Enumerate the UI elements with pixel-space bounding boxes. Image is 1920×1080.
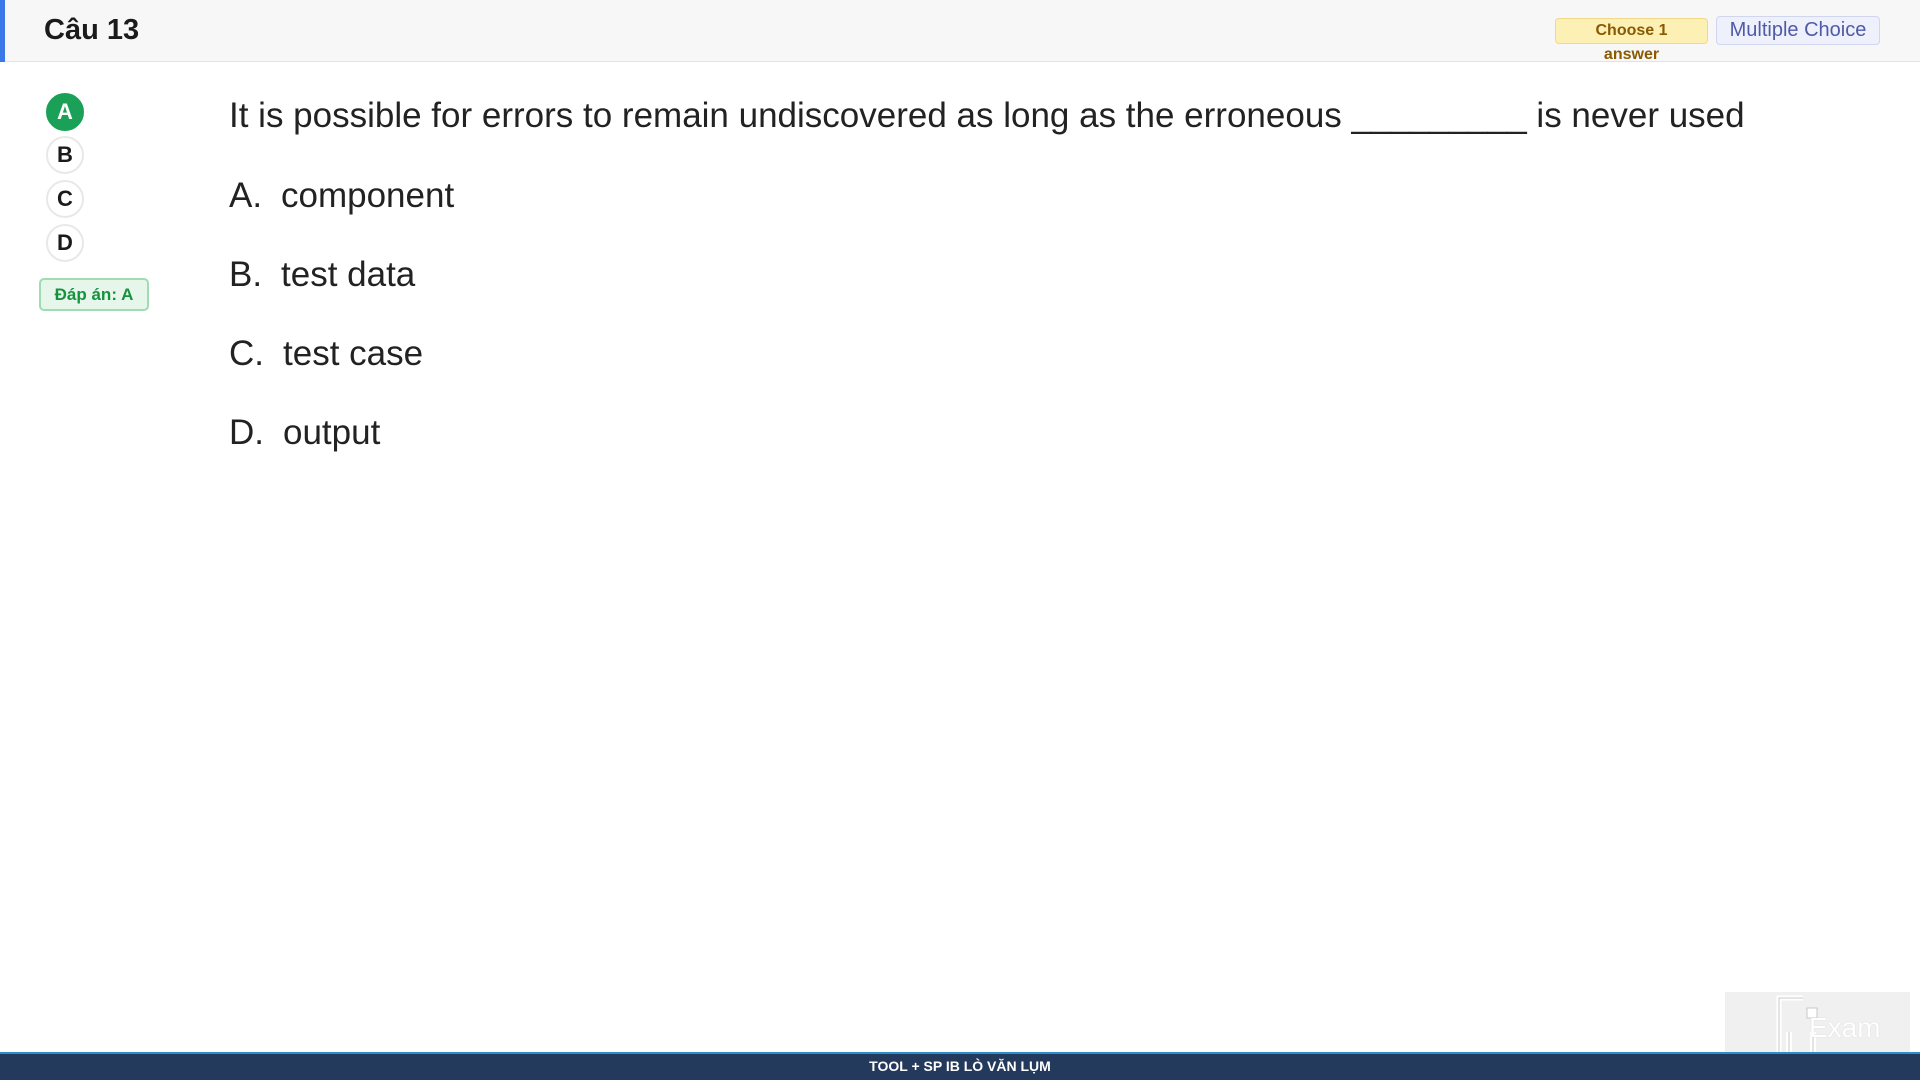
choose-count-badge: Choose 1 answer bbox=[1555, 18, 1708, 63]
option-c-button[interactable]: C bbox=[46, 180, 84, 218]
choice-b-text: test data bbox=[281, 255, 416, 294]
choice-a-text: component bbox=[281, 176, 455, 215]
choice-b-letter: B. bbox=[229, 255, 263, 294]
footer-text: TOOL + SP IB LÒ VĂN LỤM bbox=[869, 1058, 1051, 1074]
choice-c-letter: C. bbox=[229, 334, 264, 373]
header-accent-bar bbox=[0, 0, 5, 62]
logo-text: Exam bbox=[1809, 1012, 1881, 1043]
question-type-badge: Multiple Choice bbox=[1716, 16, 1880, 45]
choice-d: D. output bbox=[229, 412, 380, 454]
option-b-button[interactable]: B bbox=[46, 136, 84, 174]
question-number-title: Câu 13 bbox=[44, 14, 140, 46]
correct-answer-badge: Đáp án: A bbox=[39, 278, 149, 311]
choice-a-letter: A. bbox=[229, 176, 263, 215]
option-d-button[interactable]: D bbox=[46, 224, 84, 262]
footer-bar: TOOL + SP IB LÒ VĂN LỤM bbox=[0, 1052, 1920, 1080]
choice-d-letter: D. bbox=[229, 413, 264, 452]
choice-b: B. test data bbox=[229, 254, 415, 296]
choice-d-text: output bbox=[283, 413, 381, 452]
choice-a: A. component bbox=[229, 175, 454, 217]
question-header: Câu 13 Choose 1 answer Multiple Choice bbox=[0, 0, 1920, 63]
question-text: It is possible for errors to remain undi… bbox=[229, 96, 1745, 135]
choice-c: C. test case bbox=[229, 333, 423, 375]
quiz-page: Câu 13 Choose 1 answer Multiple Choice A… bbox=[0, 0, 1920, 1080]
option-a-button[interactable]: A bbox=[46, 93, 84, 131]
choice-c-text: test case bbox=[283, 334, 424, 373]
fu-exam-logo: Exam bbox=[1725, 992, 1910, 1072]
